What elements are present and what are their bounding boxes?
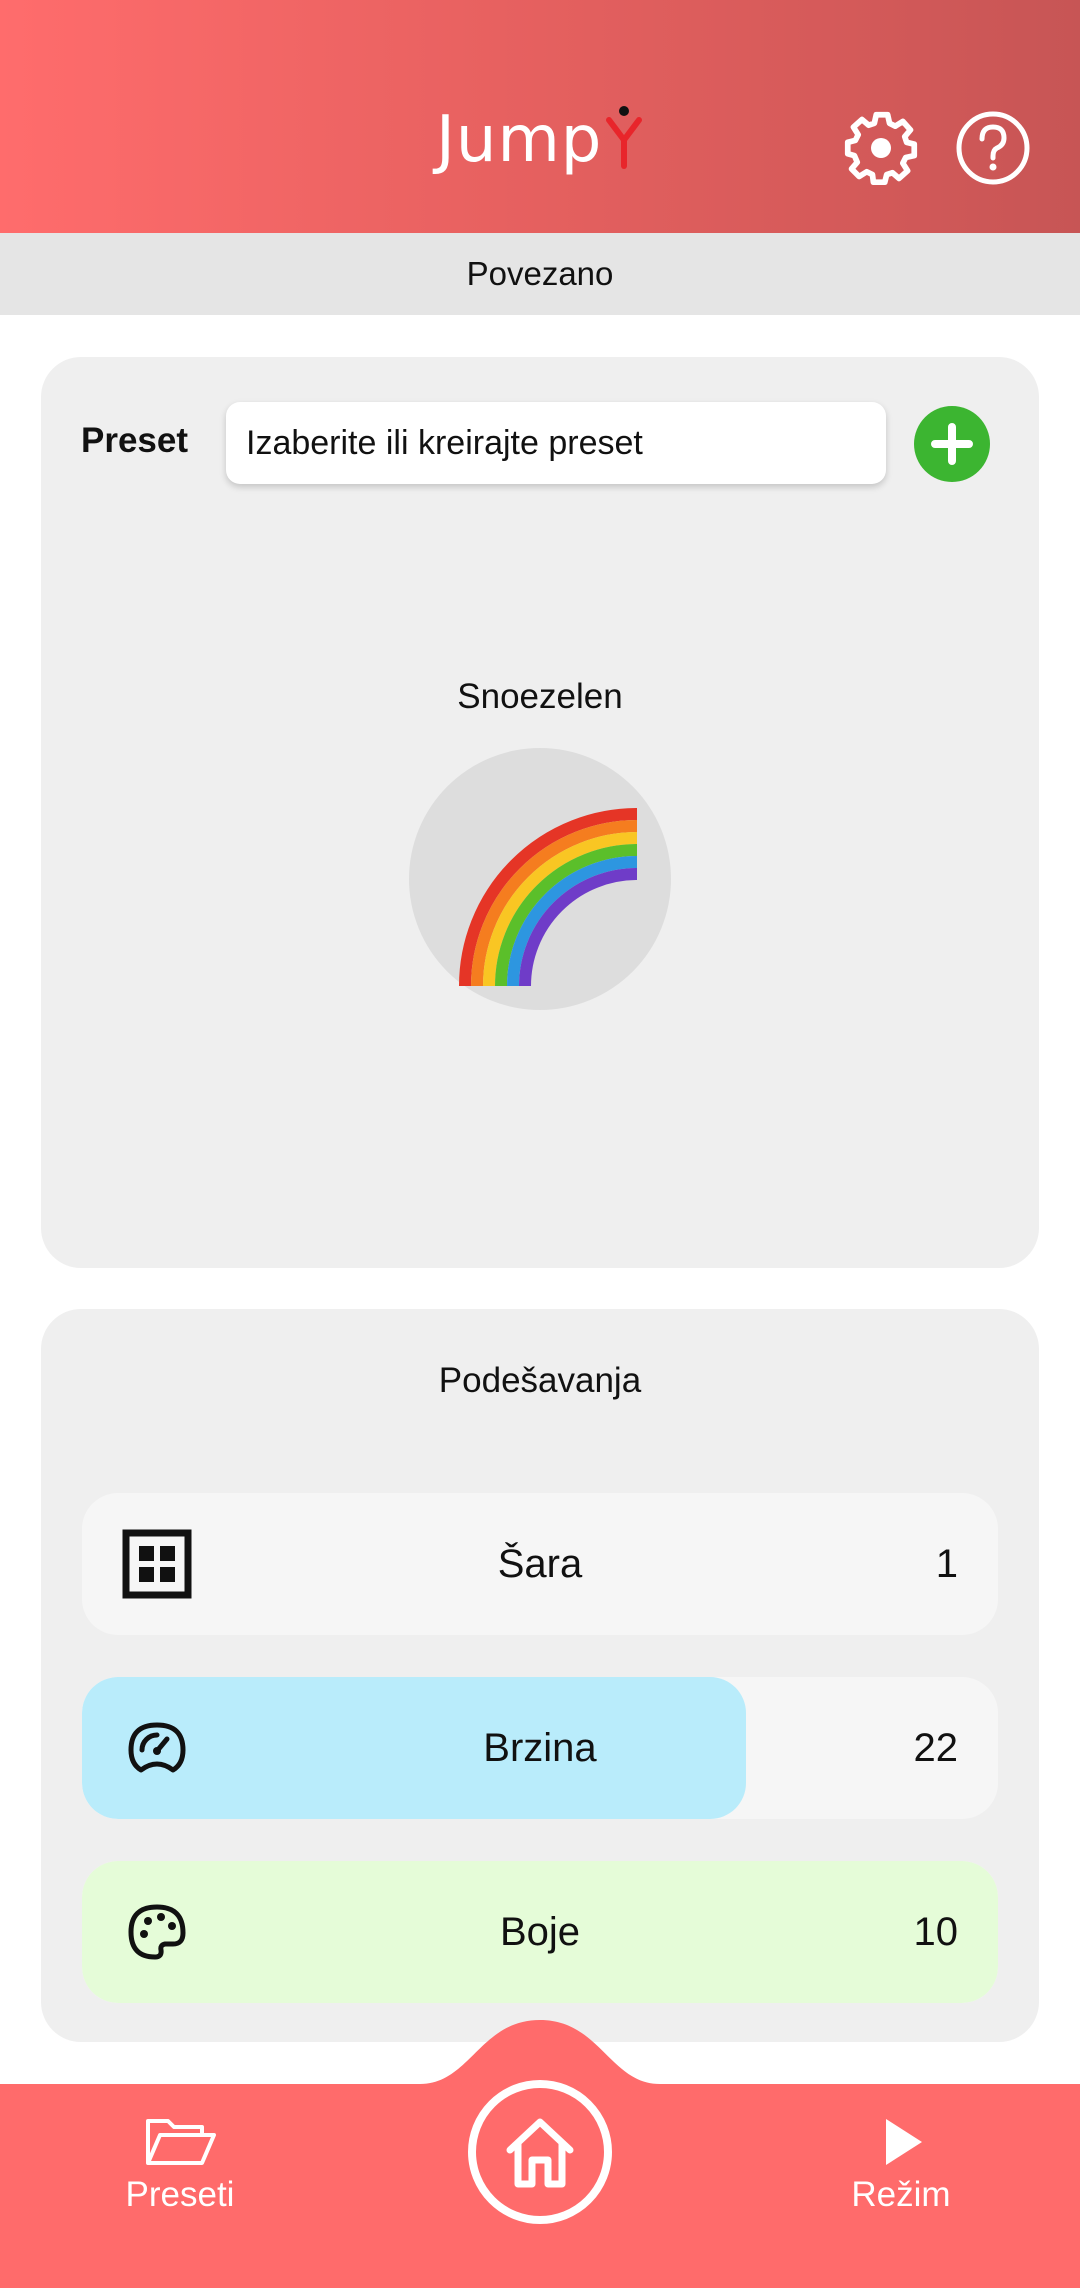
preset-input-value: Izaberite ili kreirajte preset <box>246 423 643 462</box>
preset-card: Preset Izaberite ili kreirajte preset Sn… <box>41 357 1039 1268</box>
setting-value: 1 <box>935 1541 958 1586</box>
nav-mode-label: Režim <box>851 2175 951 2214</box>
add-preset-button[interactable] <box>914 406 990 482</box>
help-button[interactable] <box>955 110 1031 186</box>
connection-status-bar: Povezano <box>0 233 1080 315</box>
logo-text: Jump <box>436 103 603 177</box>
setting-value: 10 <box>913 1909 959 1954</box>
grid-icon <box>122 1529 192 1599</box>
nav-mode-button[interactable]: Režim <box>801 2115 1001 2215</box>
plus-icon <box>931 423 973 465</box>
preset-label: Preset <box>81 421 189 460</box>
setting-label: Šara <box>497 1541 583 1586</box>
bottom-navigation: Preseti Režim <box>0 2020 1080 2288</box>
setting-label: Boje <box>499 1909 581 1954</box>
settings-button[interactable] <box>843 110 919 186</box>
folder-open-icon <box>146 2119 216 2165</box>
setting-label: Brzina <box>483 1725 597 1770</box>
connection-status-text: Povezano <box>466 255 614 292</box>
jumping-figure-icon <box>606 106 643 169</box>
mode-name: Snoezelen <box>457 677 623 716</box>
speedometer-icon <box>122 1713 192 1783</box>
setting-row-colors[interactable]: Boje 10 <box>82 1861 998 2003</box>
nav-presets-button[interactable]: Preseti <box>80 2115 280 2215</box>
preset-select-input[interactable]: Izaberite ili kreirajte preset <box>226 402 886 484</box>
gear-icon <box>844 111 918 186</box>
app-header: Jump <box>0 0 1080 233</box>
settings-card: Podešavanja Šara 1 Brzina 22 Boje 10 <box>41 1309 1039 2042</box>
nav-presets-label: Preseti <box>125 2175 235 2214</box>
setting-value: 22 <box>913 1725 959 1770</box>
app-root: Jump Povezano Preset Izaberite ili kreir… <box>0 0 1080 2288</box>
rainbow-icon <box>459 808 638 987</box>
setting-row-speed[interactable]: Brzina 22 <box>82 1677 998 1819</box>
app-logo: Jump <box>436 103 643 177</box>
nav-home-button[interactable] <box>468 2080 612 2224</box>
setting-row-pattern[interactable]: Šara 1 <box>82 1493 998 1635</box>
play-icon <box>886 2119 922 2165</box>
question-mark-icon <box>956 111 1030 185</box>
mode-button[interactable] <box>409 748 671 1010</box>
palette-icon <box>122 1897 192 1967</box>
home-icon <box>506 2118 574 2188</box>
settings-title: Podešavanja <box>438 1361 642 1400</box>
